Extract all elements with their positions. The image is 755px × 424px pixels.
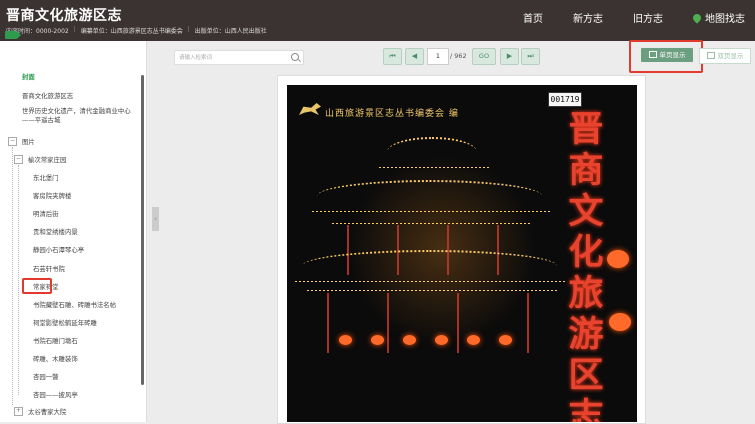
toc-item[interactable]: 杏园——披风亭	[33, 390, 78, 399]
toc-item-cover[interactable]: 封面	[22, 72, 35, 81]
toc-item[interactable]: 书院藏壁石雕、砖雕书法名帖	[33, 300, 116, 309]
main-nav: 首页 新方志 旧方志 地图找志	[493, 10, 745, 25]
toc-item[interactable]: 砖雕、木雕装饰	[33, 354, 78, 363]
search-icon[interactable]	[291, 53, 299, 61]
search-placeholder: 请输入检索词	[179, 55, 213, 61]
toc-item[interactable]: 世界历史文化遗产，清代金融商业中心——平遥古城	[22, 107, 140, 125]
collapse-toggle-icon[interactable]: −	[8, 137, 17, 146]
toc-item[interactable]: 图片	[22, 137, 35, 146]
selected-item-highlight	[22, 278, 52, 294]
cover-vertical-title: 晋商文化旅游区志	[568, 109, 604, 422]
single-view-highlight	[629, 40, 703, 73]
expand-toggle-icon[interactable]: +	[14, 407, 23, 416]
nav-map-label: 地图找志	[705, 14, 745, 25]
last-page-button[interactable]: ⏭	[521, 48, 540, 65]
toc-item[interactable]: 静园小石潭琴心亭	[33, 245, 84, 254]
toc-item[interactable]: 明清后街	[33, 209, 59, 218]
double-view-label: 双页显示	[717, 52, 744, 60]
collapse-toggle-icon[interactable]: −	[14, 155, 23, 164]
toc-item[interactable]: 石芸轩书院	[33, 264, 65, 273]
double-page-view-button[interactable]: 双页显示	[699, 48, 751, 64]
page-title: 晋商文化旅游区志	[6, 8, 122, 24]
sidebar-collapse-handle[interactable]: ‹	[152, 207, 159, 231]
publisher-unit: 出版单位：山西人民出版社	[194, 28, 267, 35]
page-total: / 962	[450, 52, 467, 60]
toc-item[interactable]: 太谷曹家大院	[28, 407, 66, 416]
go-button[interactable]: GO	[472, 48, 496, 65]
toc-item[interactable]: 东北堡门	[33, 173, 59, 182]
toc-item[interactable]: 晋商文化旅游区志	[22, 91, 73, 100]
cover-publisher-line: 山西旅游景区志丛书编委会 编	[325, 109, 459, 119]
nav-new-gazetteers[interactable]: 新方志	[573, 10, 603, 25]
nav-old-gazetteers[interactable]: 旧方志	[633, 10, 663, 25]
prev-page-button[interactable]: ◀	[405, 48, 424, 65]
first-page-button[interactable]: ⏮	[383, 48, 402, 65]
editor-unit: 编纂单位：山西旅游景区志丛书编委会	[80, 28, 183, 35]
next-page-button[interactable]: ▶	[500, 48, 519, 65]
toc-item[interactable]: 书院石雕门墩石	[33, 336, 78, 345]
book-meta: 内容时间：0000-2002 | 编纂单位：山西旅游景区志丛书编委会 | 出版单…	[6, 26, 267, 35]
toc-item[interactable]: 杏园一瞥	[33, 372, 59, 381]
horse-logo-icon	[299, 103, 321, 115]
book-cover-image: 山西旅游景区志丛书编委会 编 001719 晋商文化旅游区志	[287, 85, 637, 422]
search-input[interactable]: 请输入检索词	[174, 50, 304, 65]
double-page-icon	[706, 52, 715, 59]
nav-map-search[interactable]: 地图找志	[691, 10, 745, 25]
toc-item[interactable]: 榆次常家庄园	[28, 155, 66, 164]
cover-tag-icon	[5, 31, 21, 39]
toc-item[interactable]: 贵和堂绣楼内景	[33, 227, 78, 236]
app-header: 晋商文化旅游区志 内容时间：0000-2002 | 编纂单位：山西旅游景区志丛书…	[0, 0, 755, 41]
page-number-input[interactable]: 1	[427, 48, 449, 65]
toc-item[interactable]: 祠堂影壁松鹤延年砖雕	[33, 318, 97, 327]
toc-item[interactable]: 客房院夹牌楼	[33, 191, 71, 200]
nav-home[interactable]: 首页	[523, 10, 543, 25]
map-pin-icon	[691, 11, 703, 24]
archive-code-label: 001719	[548, 92, 582, 107]
sidebar-scrollbar[interactable]	[141, 75, 144, 385]
